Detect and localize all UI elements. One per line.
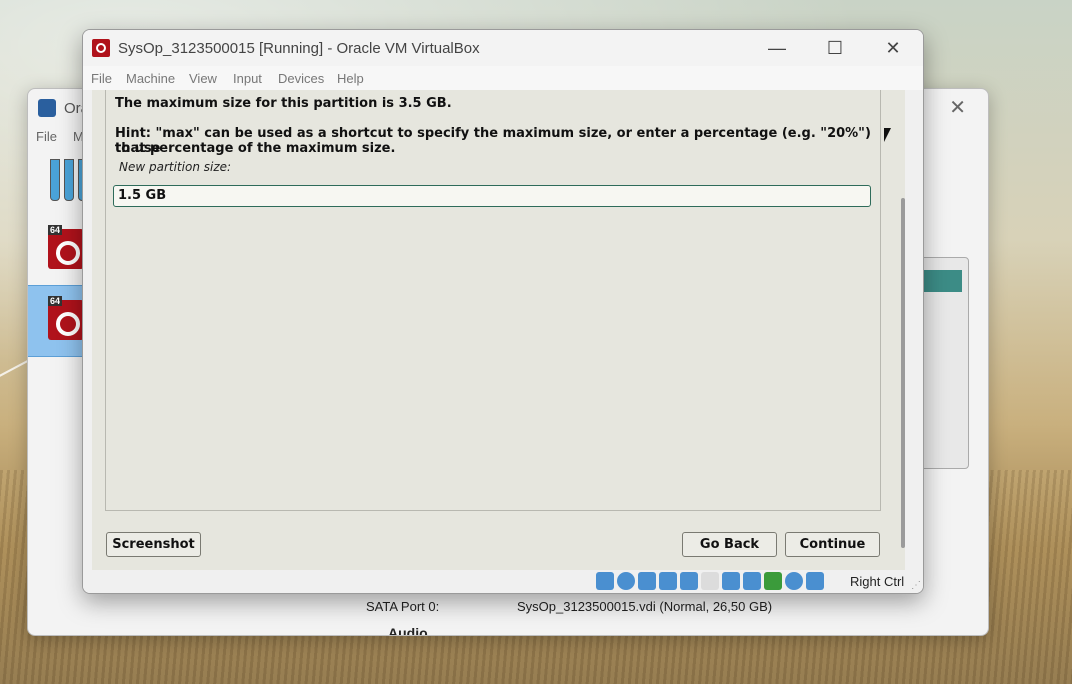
screenshot-button[interactable]: Screenshot: [106, 532, 201, 557]
optical-drive-icon[interactable]: [617, 572, 635, 590]
mouse-cursor-icon: [884, 128, 891, 142]
mouse-integration-icon[interactable]: [785, 572, 803, 590]
debian-app-icon: [92, 39, 110, 57]
guest-display[interactable]: The maximum size for this partition is 3…: [92, 90, 905, 570]
usb-icon[interactable]: [680, 572, 698, 590]
manager-close-icon[interactable]: ✕: [949, 95, 966, 120]
status-bar: Right Ctrl ⋰: [83, 570, 923, 593]
go-back-button[interactable]: Go Back: [682, 532, 777, 557]
menu-view[interactable]: View: [189, 71, 217, 86]
manager-menubar: File M: [36, 129, 84, 144]
vm-list-item[interactable]: 64: [28, 215, 84, 285]
partition-size-label: New partition size:: [119, 160, 232, 174]
storage-port-label: SATA Port 0:: [366, 599, 440, 614]
window-title: SysOp_3123500015 [Running] - Oracle VM V…: [118, 40, 480, 57]
hard-disk-icon[interactable]: [596, 572, 614, 590]
debian-icon: [48, 300, 84, 340]
network-icon[interactable]: [659, 572, 677, 590]
hint-line-2: that percentage of the maximum size.: [115, 141, 396, 156]
debian-icon: [48, 229, 84, 269]
host-key-label: Right Ctrl: [850, 574, 905, 589]
max-size-text: The maximum size for this partition is 3…: [115, 96, 452, 111]
vm-preview-thumbnail: [923, 257, 969, 469]
menu-input[interactable]: Input: [233, 71, 262, 86]
cpu-icon[interactable]: [764, 572, 782, 590]
audio-icon[interactable]: [638, 572, 656, 590]
partition-size-input[interactable]: 1.5 GB: [113, 185, 871, 207]
display-icon[interactable]: [722, 572, 740, 590]
vm-list-item-selected[interactable]: 64: [28, 285, 84, 357]
minimize-icon[interactable]: —: [754, 34, 800, 62]
keyboard-capture-icon[interactable]: [806, 572, 824, 590]
recording-icon[interactable]: [743, 572, 761, 590]
menu-file[interactable]: File: [91, 71, 112, 86]
storage-disk-value: SysOp_3123500015.vdi (Normal, 26,50 GB): [517, 599, 773, 614]
continue-button[interactable]: Continue: [785, 532, 880, 557]
title-bar[interactable]: SysOp_3123500015 [Running] - Oracle VM V…: [83, 30, 923, 66]
menu-help[interactable]: Help: [337, 71, 364, 86]
status-icons: [596, 572, 824, 590]
vm-window[interactable]: SysOp_3123500015 [Running] - Oracle VM V…: [82, 29, 924, 594]
maximize-icon[interactable]: ☐: [812, 34, 858, 62]
installer-panel: The maximum size for this partition is 3…: [105, 90, 881, 511]
shared-folders-icon[interactable]: [701, 572, 719, 590]
resize-grip-icon[interactable]: ⋰: [911, 580, 921, 591]
menu-machine[interactable]: Machine: [126, 71, 175, 86]
virtualbox-logo-icon: [38, 99, 56, 117]
audio-section-title: Audio: [388, 625, 428, 636]
manager-menu-file[interactable]: File: [36, 129, 57, 144]
vm-menubar: File Machine View Input Devices Help: [83, 66, 923, 90]
vertical-scrollbar[interactable]: [901, 198, 905, 548]
close-icon[interactable]: ✕: [870, 34, 916, 62]
menu-devices[interactable]: Devices: [278, 71, 324, 86]
